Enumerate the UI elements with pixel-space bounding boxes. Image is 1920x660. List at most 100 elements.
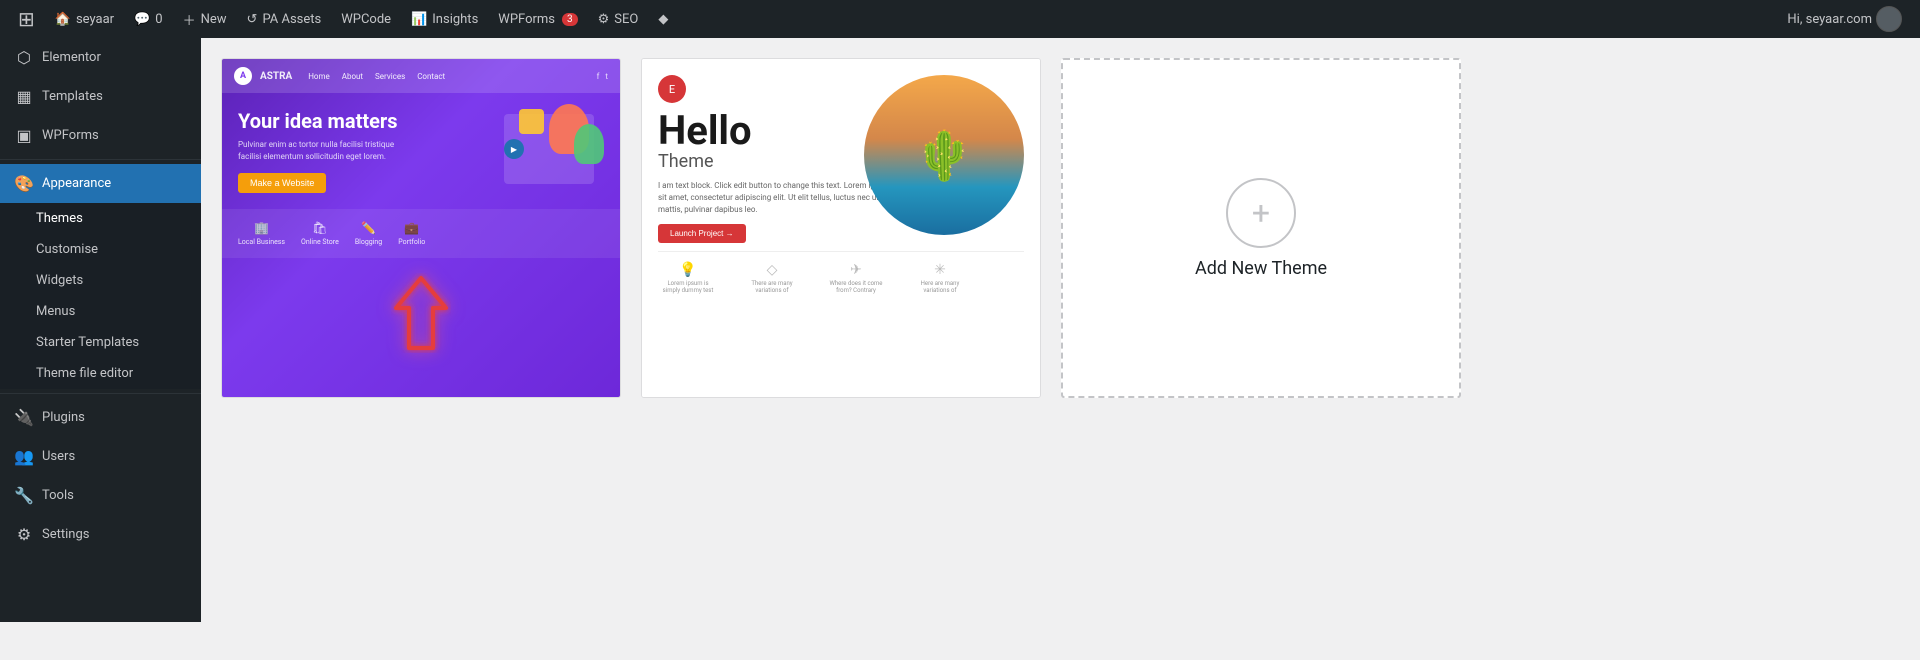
sidebar-item-elementor[interactable]: ⬡ Elementor [0,38,201,77]
astra-hero-title: Your idea matters [238,109,474,133]
sidebar-themes-label: Themes [36,211,83,226]
sidebar-item-templates[interactable]: ▦ Templates [0,77,201,116]
sidebar-item-widgets[interactable]: Widgets [0,265,201,296]
wpforms-badge: 3 [562,13,578,26]
astra-active-bar: Active: Astra Customise [222,397,620,398]
sidebar-item-plugins[interactable]: 🔌 Plugins [0,398,201,437]
main-content: A ASTRA Home About Services Contact f t [201,38,1920,622]
tools-icon: 🔧 [14,486,34,505]
hello-cactus-image: 🌵 [864,75,1024,235]
users-icon: 👥 [14,447,34,466]
sidebar-item-tools[interactable]: 🔧 Tools [0,476,201,515]
sidebar-item-customise[interactable]: Customise [0,234,201,265]
wpforms-link[interactable]: WPForms 3 [488,0,587,38]
elementor-icon: ⬡ [14,48,34,67]
plus-symbol: + [1252,194,1270,232]
main-layout: ⬡ Elementor ▦ Templates ▣ WPForms 🎨 Appe… [0,38,1920,622]
wpcode-label: WPCode [341,12,391,27]
sidebar-menus-label: Menus [36,304,75,319]
sidebar-item-starter-templates[interactable]: Starter Templates [0,327,201,358]
comments-link[interactable]: 💬 0 [124,0,173,38]
hello-theme-name-bar: Hello Elementor [642,397,1040,398]
sidebar-plugins-label: Plugins [42,410,85,425]
pa-assets-icon: ↺ [247,12,258,27]
sidebar-divider-1 [0,159,201,160]
new-label: New [201,12,227,27]
sidebar-widgets-label: Widgets [36,273,83,288]
astra-cat-store: 🛍 Online Store [301,221,339,246]
insights-link[interactable]: 📊 Insights [401,0,488,38]
hello-feature-icons: 💡 Lorem ipsum is simply dummy test ◇ The… [658,251,1024,304]
sidebar-item-themes[interactable]: Themes [0,203,201,234]
site-name-link[interactable]: 🏠 seyaar [45,0,124,38]
sidebar-item-settings[interactable]: ⚙ Settings [0,515,201,554]
seo-link[interactable]: ⚙ SEO [588,0,649,38]
appearance-icon: 🎨 [14,174,34,193]
insights-label: Insights [432,12,478,27]
comments-icon: 💬 [134,12,150,27]
pa-assets-label: PA Assets [262,12,321,27]
hello-launch-button[interactable]: Launch Project → [658,224,746,243]
diamond-link[interactable]: ◆ [648,0,678,38]
plus-icon: ＋ [183,10,196,29]
astra-hero: Your idea matters Pulvinar enim ac torto… [238,109,474,193]
astra-illustration: ▶ [474,109,604,193]
diamond-icon: ◆ [658,12,668,27]
astra-nav-links: Home About Services Contact [308,72,445,81]
sidebar-starter-templates-label: Starter Templates [36,335,139,350]
wpforms-sidebar-icon: ▣ [14,126,34,145]
wpforms-label: WPForms [498,12,555,27]
astra-cta-button[interactable]: Make a Website [238,173,326,193]
hello-icon-snowflake: ✳ Here are many variations of [910,262,970,294]
sidebar: ⬡ Elementor ▦ Templates ▣ WPForms 🎨 Appe… [0,38,201,622]
sidebar-item-elementor-label: Elementor [42,50,101,65]
hello-icon-light: 💡 Lorem ipsum is simply dummy test [658,262,718,294]
hello-elementor-theme-card[interactable]: E 🌵 Hello Theme I am text block. Click e… [641,58,1041,398]
add-new-theme-card[interactable]: + Add New Theme [1061,58,1461,398]
astra-hero-sub: Pulvinar enim ac tortor nulla facilisi t… [238,139,418,163]
comments-count: 0 [155,12,162,27]
sidebar-customise-label: Customise [36,242,98,257]
settings-icon: ⚙ [14,525,34,544]
pa-assets-link[interactable]: ↺ PA Assets [237,0,332,38]
add-plus-circle: + [1226,178,1296,248]
astra-cat-local: 🏢 Local Business [238,221,285,246]
wp-logo-icon: ⊞ [18,7,35,31]
seo-label: SEO [614,12,638,27]
cactus-illustration: 🌵 [864,75,1024,235]
plugins-icon: 🔌 [14,408,34,427]
new-link[interactable]: ＋ New [173,0,237,38]
facebook-icon: f [597,72,600,81]
astra-cat-blog: ✏️ Blogging [355,221,382,246]
astra-cat-portfolio: 💼 Portfolio [398,221,425,246]
astra-theme-card[interactable]: A ASTRA Home About Services Contact f t [221,58,621,398]
home-icon: 🏠 [55,12,71,27]
sidebar-item-users[interactable]: 👥 Users [0,437,201,476]
sidebar-item-appearance[interactable]: 🎨 Appearance [0,164,201,203]
arrow-svg [391,273,451,353]
avatar[interactable] [1876,6,1902,32]
sidebar-item-appearance-label: Appearance [42,176,111,191]
astra-brand: ASTRA [260,71,292,82]
hello-screenshot: E 🌵 Hello Theme I am text block. Click e… [642,59,1040,397]
sidebar-item-wpforms[interactable]: ▣ WPForms [0,116,201,155]
sidebar-appearance-submenu: Themes Customise Widgets Menus Starter T… [0,203,201,389]
sidebar-item-wpforms-label: WPForms [42,128,99,143]
hello-icon-diamond: ◇ There are many variations of [742,262,802,294]
wp-logo-link[interactable]: ⊞ [8,0,45,38]
site-name: seyaar [76,12,114,27]
illustration-figure2 [574,124,604,164]
astra-nav: A ASTRA Home About Services Contact f t [222,59,620,93]
sidebar-tools-label: Tools [42,488,74,503]
insights-icon: 📊 [411,12,427,27]
sidebar-item-theme-file-editor[interactable]: Theme file editor [0,358,201,389]
wpcode-link[interactable]: WPCode [331,0,401,38]
sidebar-divider-2 [0,393,201,394]
astra-categories: 🏢 Local Business 🛍 Online Store ✏️ Blogg… [222,209,620,258]
illustration-box2 [519,109,544,134]
greeting-text: Hi, seyaar.com [1787,12,1872,27]
sidebar-settings-label: Settings [42,527,89,542]
seo-icon: ⚙ [598,12,610,27]
themes-grid: A ASTRA Home About Services Contact f t [221,58,1900,398]
sidebar-item-menus[interactable]: Menus [0,296,201,327]
